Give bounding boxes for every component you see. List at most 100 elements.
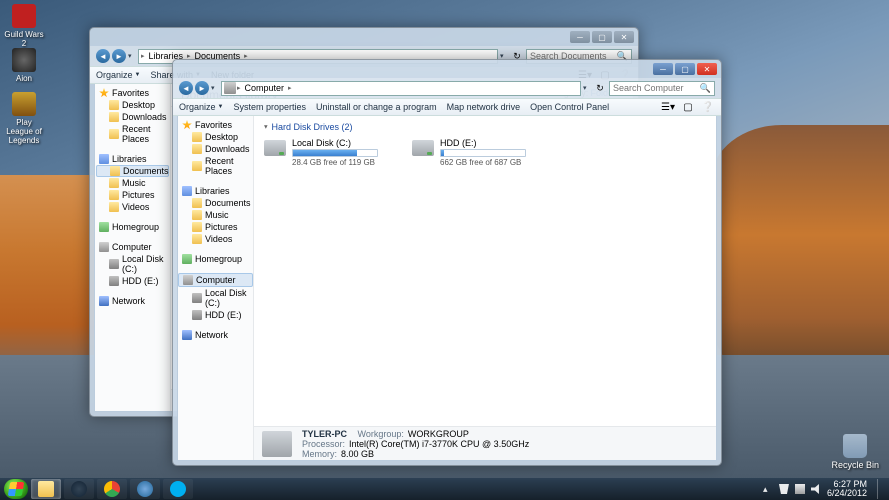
drive-c[interactable]: Local Disk (C:) 28.4 GB free of 119 GB: [264, 138, 382, 167]
folder-icon: [192, 234, 202, 244]
maximize-button[interactable]: ▢: [675, 63, 695, 75]
sidebar-drive-e[interactable]: HDD (E:): [95, 275, 170, 287]
system-properties-button[interactable]: System properties: [233, 102, 306, 112]
search-box[interactable]: 🔍: [609, 81, 715, 96]
label: Music: [122, 178, 146, 188]
sidebar-videos[interactable]: Videos: [178, 233, 253, 245]
computer-icon: [99, 242, 109, 252]
show-hidden-icons[interactable]: ▴: [763, 484, 773, 494]
nav-pane[interactable]: Favorites Desktop Downloads Recent Place…: [178, 116, 254, 460]
breadcrumb-dropdown[interactable]: ▾: [583, 84, 591, 92]
map-network-drive-button[interactable]: Map network drive: [447, 102, 521, 112]
sidebar-recent[interactable]: Recent Places: [178, 155, 253, 177]
folder-icon: [110, 166, 120, 176]
drive-icon: [109, 259, 119, 269]
desktop-icon-guildwars2[interactable]: Guild Wars 2: [4, 4, 44, 48]
open-control-panel-button[interactable]: Open Control Panel: [530, 102, 609, 112]
back-button[interactable]: ◄: [179, 81, 193, 95]
sidebar-documents[interactable]: Documents: [178, 197, 253, 209]
crumb-computer[interactable]: Computer: [242, 83, 288, 93]
sidebar-libraries[interactable]: Libraries: [178, 185, 253, 197]
nav-pane[interactable]: Favorites Desktop Downloads Recent Place…: [95, 84, 171, 411]
sidebar-libraries[interactable]: Libraries: [95, 153, 170, 165]
sidebar-homegroup[interactable]: Homegroup: [95, 221, 170, 233]
nav-history-dropdown[interactable]: ▾: [128, 52, 136, 60]
nav-history-dropdown[interactable]: ▾: [211, 84, 219, 92]
sidebar-downloads[interactable]: Downloads: [95, 111, 170, 123]
sidebar-computer[interactable]: Computer: [178, 273, 253, 287]
taskbar-chrome[interactable]: [97, 479, 127, 499]
content-area[interactable]: Hard Disk Drives (2) Local Disk (C:) 28.…: [254, 116, 716, 426]
drive-e[interactable]: HDD (E:) 662 GB free of 687 GB: [412, 138, 530, 167]
sidebar-pictures[interactable]: Pictures: [178, 221, 253, 233]
close-button[interactable]: ✕: [697, 63, 717, 75]
preview-pane-button[interactable]: ▢: [681, 100, 695, 114]
help-button[interactable]: ❔: [701, 100, 715, 114]
taskbar[interactable]: ▴ 6:27 PM 6/24/2012: [0, 478, 889, 500]
action-center-icon[interactable]: [779, 484, 789, 494]
sidebar-drive-e[interactable]: HDD (E:): [178, 309, 253, 321]
organize-menu[interactable]: Organize▼: [96, 70, 140, 80]
label: Computer: [196, 275, 236, 285]
volume-icon[interactable]: [811, 484, 821, 494]
organize-menu[interactable]: Organize▼: [179, 102, 223, 112]
breadcrumb[interactable]: ▸ Computer ▸: [221, 81, 581, 96]
folder-icon: [192, 161, 202, 171]
sidebar-music[interactable]: Music: [95, 177, 170, 189]
computer-icon: [183, 275, 193, 285]
minimize-button[interactable]: ─: [653, 63, 673, 75]
workgroup-value: WORKGROUP: [408, 429, 469, 439]
desktop-icon-aion[interactable]: Aion: [4, 48, 44, 83]
network-icon[interactable]: [795, 484, 805, 494]
taskbar-explorer[interactable]: [31, 479, 61, 499]
sidebar-drive-c[interactable]: Local Disk (C:): [95, 253, 170, 275]
system-tray[interactable]: ▴ 6:27 PM 6/24/2012: [763, 479, 885, 499]
sidebar-music[interactable]: Music: [178, 209, 253, 221]
sidebar-network[interactable]: Network: [95, 295, 170, 307]
forward-button[interactable]: ►: [112, 49, 126, 63]
taskbar-skype[interactable]: [163, 479, 193, 499]
titlebar[interactable]: ─ ▢ ✕: [173, 60, 721, 78]
app-icon: [12, 92, 36, 116]
taskbar-steam[interactable]: [64, 479, 94, 499]
sidebar-recent[interactable]: Recent Places: [95, 123, 170, 145]
sidebar-pictures[interactable]: Pictures: [95, 189, 170, 201]
sidebar-favorites[interactable]: Favorites: [95, 87, 170, 99]
sidebar-homegroup[interactable]: Homegroup: [178, 253, 253, 265]
show-desktop-button[interactable]: [877, 479, 885, 499]
sidebar-desktop[interactable]: Desktop: [95, 99, 170, 111]
sidebar-downloads[interactable]: Downloads: [178, 143, 253, 155]
taskbar-itunes[interactable]: [130, 479, 160, 499]
folder-icon: [109, 178, 119, 188]
recycle-bin[interactable]: Recycle Bin: [831, 434, 879, 470]
taskbar-clock[interactable]: 6:27 PM 6/24/2012: [827, 480, 871, 498]
start-button[interactable]: [4, 479, 28, 499]
uninstall-programs-button[interactable]: Uninstall or change a program: [316, 102, 437, 112]
sidebar-computer[interactable]: Computer: [95, 241, 170, 253]
titlebar[interactable]: ─ ▢ ✕: [90, 28, 638, 46]
refresh-button[interactable]: ↻: [593, 81, 607, 95]
sidebar-favorites[interactable]: Favorites: [178, 119, 253, 131]
back-button[interactable]: ◄: [96, 49, 110, 63]
maximize-button[interactable]: ▢: [592, 31, 612, 43]
view-options-button[interactable]: ☰▾: [661, 100, 675, 114]
app-icon: [12, 4, 36, 28]
sidebar-documents[interactable]: Documents: [96, 165, 169, 177]
workgroup-key: Workgroup:: [358, 429, 404, 439]
sidebar-network[interactable]: Network: [178, 329, 253, 341]
folder-icon: [192, 210, 202, 220]
folder-icon: [192, 198, 202, 208]
sidebar-drive-c[interactable]: Local Disk (C:): [178, 287, 253, 309]
desktop-icon-lol[interactable]: Play League of Legends: [4, 92, 44, 145]
close-button[interactable]: ✕: [614, 31, 634, 43]
status-text: TYLER-PC Workgroup: WORKGROUP Processor:…: [302, 429, 529, 459]
label: Libraries: [112, 154, 147, 164]
window-computer[interactable]: ─ ▢ ✕ ◄ ► ▾ ▸ Computer ▸ ▾ ↻ 🔍 Organize▼…: [172, 59, 722, 466]
minimize-button[interactable]: ─: [570, 31, 590, 43]
search-input[interactable]: [613, 83, 700, 93]
section-header[interactable]: Hard Disk Drives (2): [264, 122, 706, 132]
sidebar-videos[interactable]: Videos: [95, 201, 170, 213]
forward-button[interactable]: ►: [195, 81, 209, 95]
sidebar-desktop[interactable]: Desktop: [178, 131, 253, 143]
label: Libraries: [195, 186, 230, 196]
